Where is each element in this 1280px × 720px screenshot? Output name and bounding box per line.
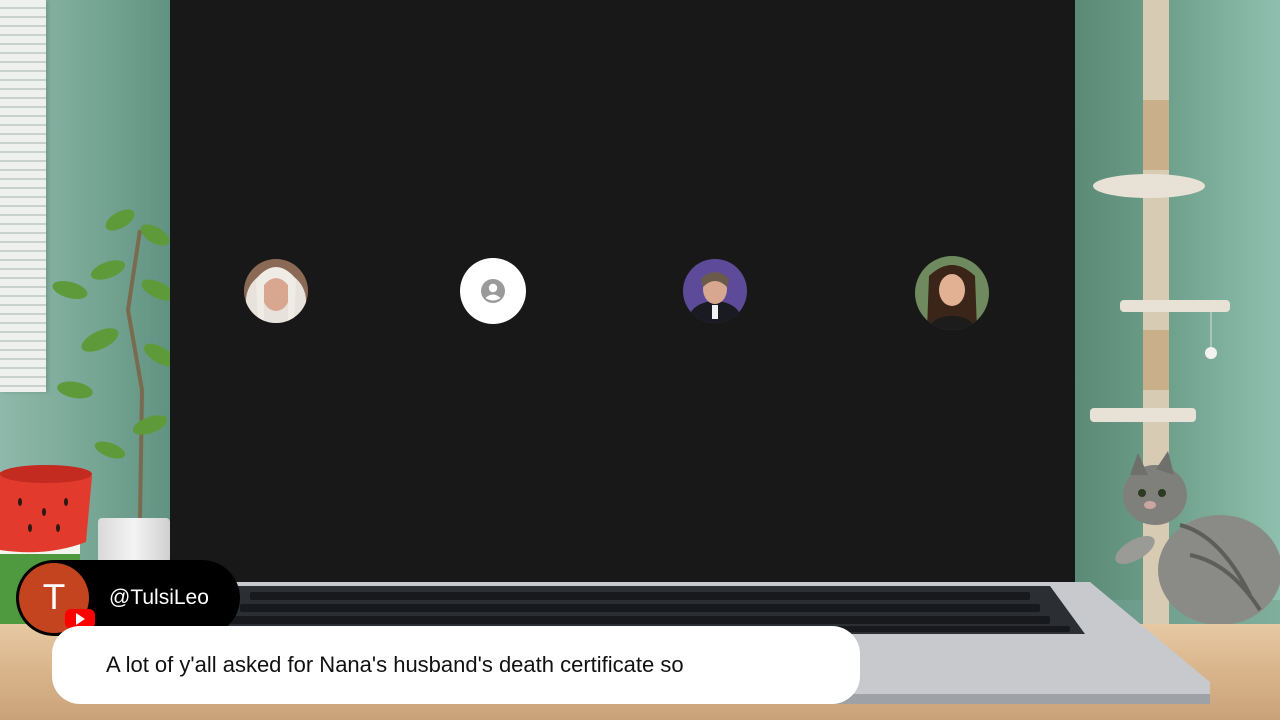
participant-avatar-4[interactable] bbox=[915, 256, 989, 330]
caption-text: A lot of y'all asked for Nana's husband'… bbox=[106, 652, 684, 677]
call-screen bbox=[170, 0, 1075, 582]
plant-pot bbox=[98, 518, 170, 566]
creator-avatar[interactable]: T bbox=[19, 563, 95, 633]
participant-avatar-3[interactable] bbox=[683, 259, 747, 323]
caption-box: A lot of y'all asked for Nana's husband'… bbox=[52, 626, 860, 704]
creator-chip[interactable]: T @TulsiLeo bbox=[16, 560, 240, 636]
account-circle-icon bbox=[481, 279, 505, 303]
creator-handle[interactable]: @TulsiLeo bbox=[109, 586, 209, 610]
participant-avatar-2[interactable] bbox=[460, 258, 526, 324]
participant-avatar-1[interactable] bbox=[244, 259, 308, 323]
creator-avatar-initial: T bbox=[43, 578, 65, 618]
